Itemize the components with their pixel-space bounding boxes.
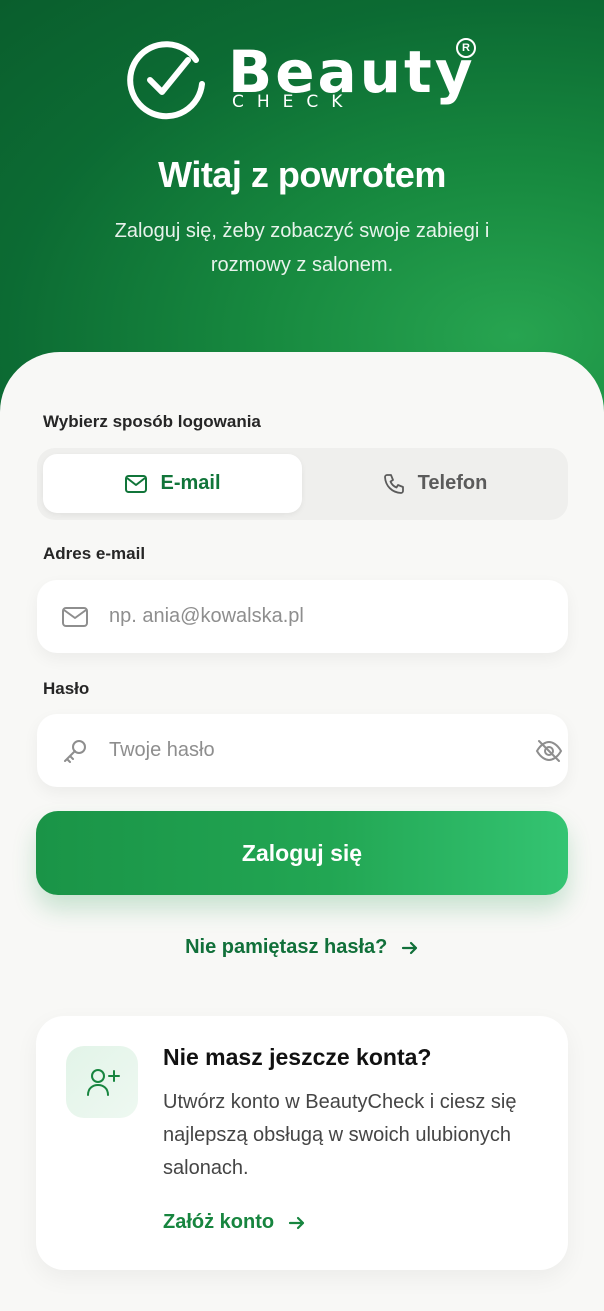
mail-icon [62,607,88,627]
phone-icon [383,473,404,494]
signup-link[interactable]: Załóż konto [163,1211,306,1234]
key-icon [64,740,86,763]
page-title: Witaj z powrotem [158,154,446,195]
signup-text: Utwórz konto w BeautyCheck i ciesz się n… [163,1091,517,1179]
tab-phone-label: Telefon [417,472,488,494]
login-method-label: Wybierz sposób logowania [43,412,261,431]
email-label: Adres e-mail [43,544,146,563]
signup-icon-tile [66,1046,138,1118]
email-field [37,580,568,653]
mail-icon [125,474,148,493]
arrow-right-icon [288,1216,304,1229]
email-input[interactable] [109,580,529,653]
login-method-switch: E-mail Telefon [37,448,568,520]
tab-email[interactable]: E-mail [43,454,302,513]
eye-off-icon[interactable] [534,736,564,766]
login-button[interactable]: Zaloguj się [36,811,568,895]
signup-link-label: Załóż konto [163,1211,275,1233]
brand-logo: Beauty CHECK R [126,36,486,120]
page-subtitle: Zaloguj się, żeby zobaczyć swoje zabiegi… [114,220,490,276]
password-field [37,714,568,787]
forgot-password-label: Nie pamiętasz hasła? [185,936,388,958]
arrow-right-icon [401,941,418,954]
signup-title: Nie masz jeszcze konta? [163,1044,432,1070]
registered-mark: R [456,38,476,58]
tab-phone[interactable]: Telefon [305,454,564,513]
password-input[interactable] [109,714,529,787]
tab-email-label: E-mail [160,472,221,494]
signup-card: Nie masz jeszcze konta? Utwórz konto w B… [36,1016,568,1270]
brand-sub: CHECK [232,92,356,112]
user-plus-icon [87,1069,120,1096]
forgot-password-link[interactable]: Nie pamiętasz hasła? [0,936,604,959]
check-circle-icon [127,41,205,120]
password-label: Hasło [43,679,90,698]
